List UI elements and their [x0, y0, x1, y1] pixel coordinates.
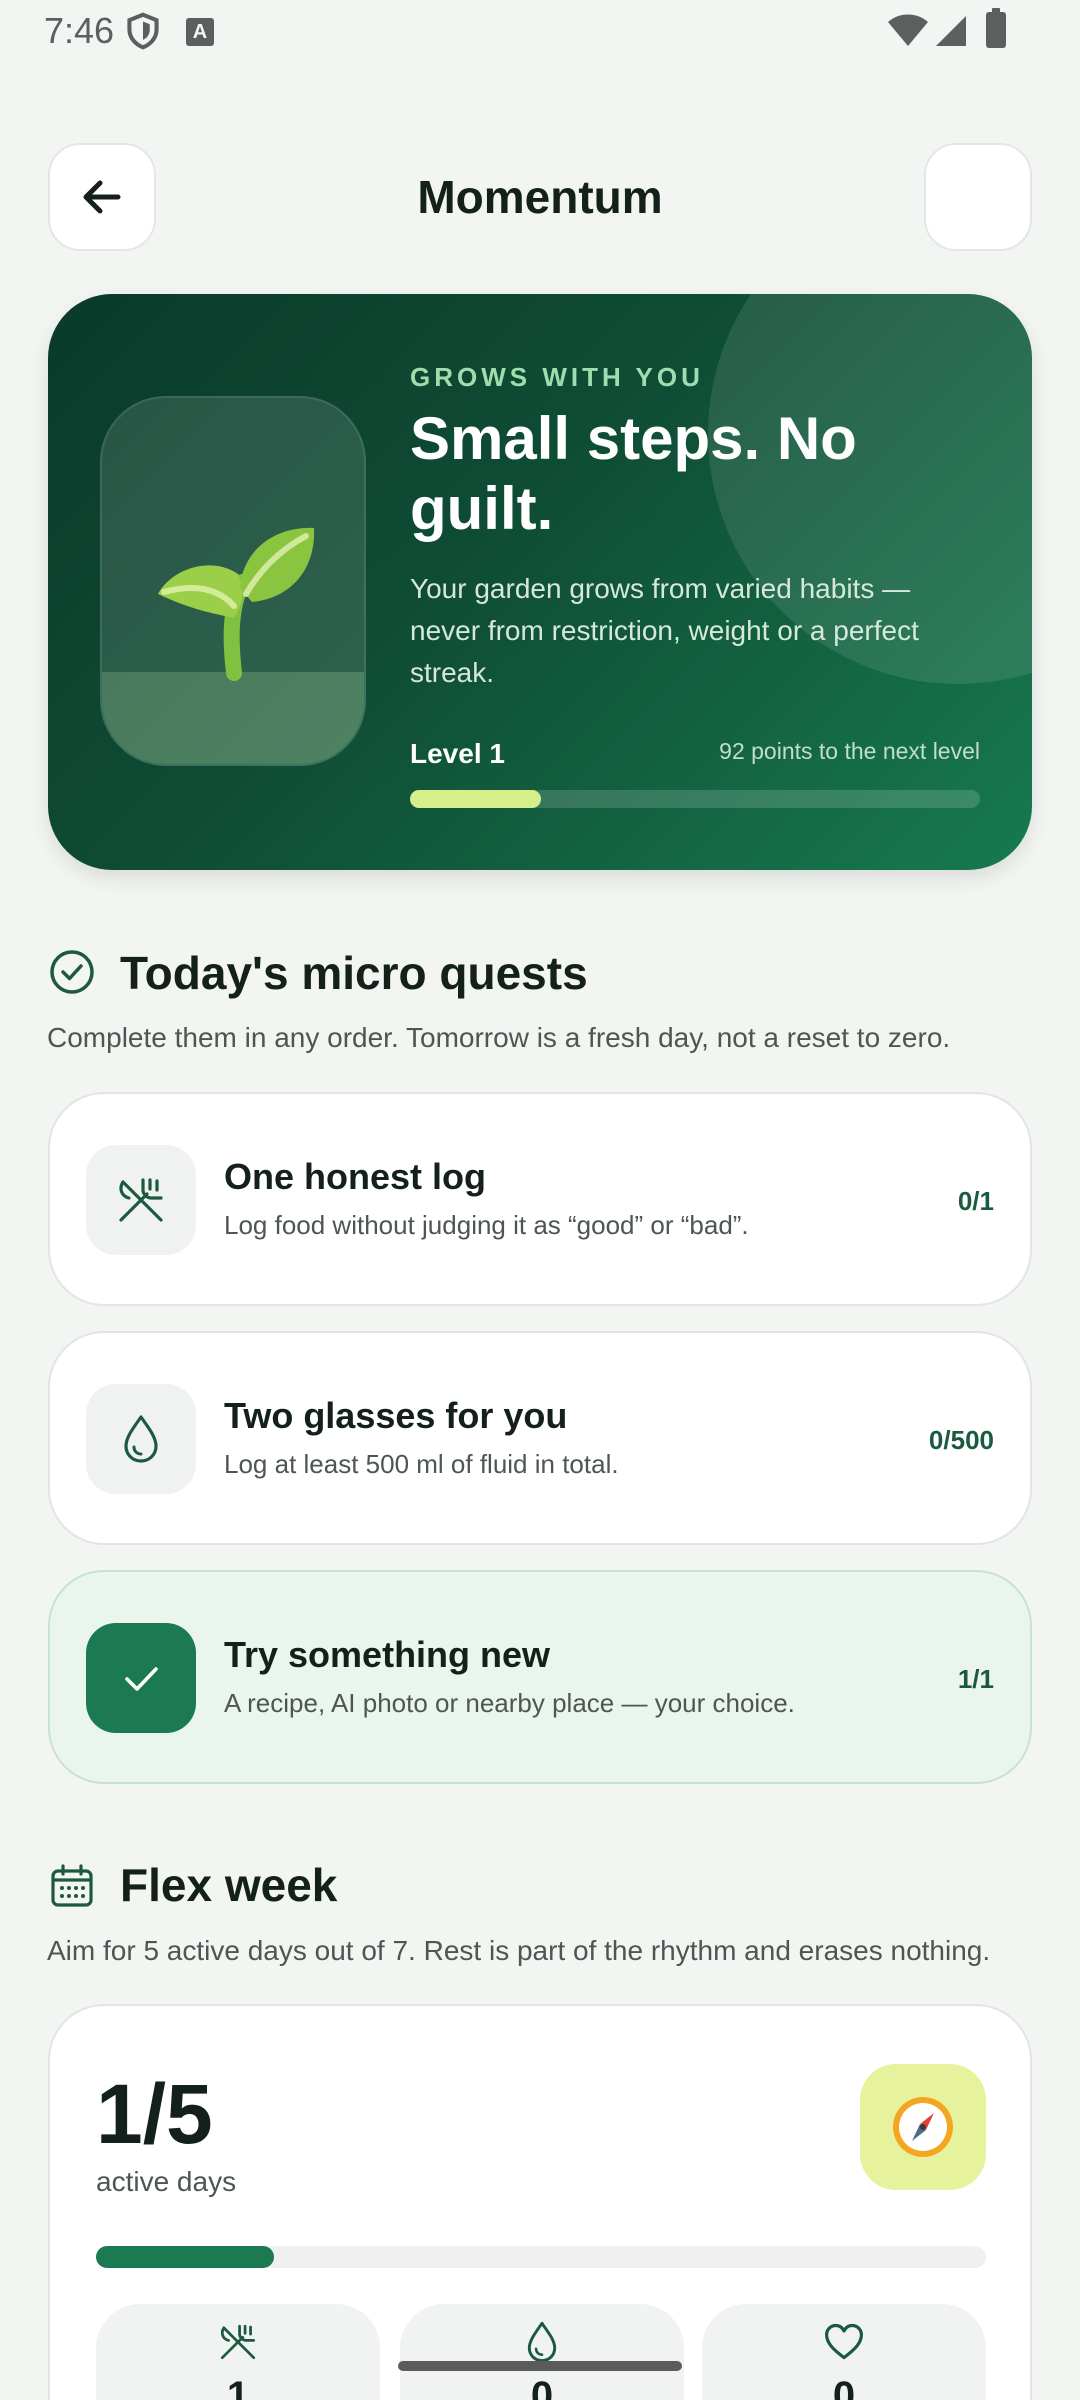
mini-stat-food: 1	[96, 2304, 380, 2400]
a-notification-icon: A	[186, 18, 214, 46]
level-progress-bar	[410, 790, 980, 808]
shield-icon	[127, 12, 159, 50]
heart-icon	[824, 2323, 864, 2360]
quest-card-honest-log[interactable]: One honest log Log food without judging …	[48, 1092, 1032, 1306]
quest-title: Try something new	[224, 1634, 551, 1675]
flex-week-progress-fill	[96, 2246, 274, 2268]
flex-week-title: Flex week	[120, 1859, 338, 1911]
mini-stat-value: 0	[530, 2374, 554, 2400]
battery-icon	[986, 8, 1006, 48]
mini-stat-heart: 0	[702, 2304, 986, 2400]
quest-icon-tile	[86, 1145, 196, 1255]
hero-title: Small steps. No guilt.	[410, 405, 857, 542]
quest-progress-count: 0/500	[928, 1425, 994, 1455]
quest-title: One honest log	[224, 1156, 487, 1197]
flex-week-subtitle: Aim for 5 active days out of 7. Rest is …	[47, 1935, 991, 1966]
home-indicator[interactable]	[398, 2361, 682, 2371]
quest-progress-count: 0/1	[957, 1186, 994, 1216]
garden-plant-tile	[100, 396, 366, 766]
compass-icon	[893, 2097, 953, 2157]
calendar-icon	[51, 1864, 93, 1907]
utensils-icon	[220, 2324, 256, 2360]
mini-stat-value: 1	[226, 2374, 250, 2400]
utensils-icon	[119, 1178, 163, 1222]
check-circle-icon	[50, 950, 94, 994]
mini-stat-water: 0	[400, 2304, 684, 2400]
points-to-next-level: 92 points to the next level	[719, 738, 980, 764]
active-days-label: active days	[96, 2166, 237, 2197]
quest-progress-count: 1/1	[957, 1664, 994, 1694]
cellular-icon	[936, 16, 966, 46]
quest-icon-tile	[86, 1384, 196, 1494]
level-label: Level 1	[410, 738, 505, 769]
check-icon	[125, 1667, 158, 1691]
quest-icon-tile-completed	[86, 1623, 196, 1733]
quest-description: Log at least 500 ml of fluid in total.	[224, 1449, 619, 1479]
quest-card-try-something-new[interactable]: Try something new A recipe, AI photo or …	[48, 1570, 1032, 1784]
status-bar: 7:46 A	[0, 0, 1080, 64]
hero-eyebrow: GROWS WITH YOU	[410, 362, 704, 392]
quest-card-two-glasses[interactable]: Two glasses for you Log at least 500 ml …	[48, 1331, 1032, 1545]
quests-section-subtitle: Complete them in any order. Tomorrow is …	[47, 1022, 951, 1053]
flex-week-card: 1/5 active days 1 0 0	[48, 2004, 1032, 2400]
explore-button[interactable]	[860, 2064, 986, 2190]
water-drop-icon	[124, 1415, 158, 1463]
mini-stat-value: 0	[832, 2374, 856, 2400]
header-action-button[interactable]	[924, 143, 1032, 251]
quests-section-title: Today's micro quests	[120, 947, 588, 999]
water-drop-icon	[527, 2321, 557, 2363]
page-title: Momentum	[417, 171, 663, 223]
hero-description: Your garden grows from varied habits — n…	[410, 573, 919, 688]
quest-description: A recipe, AI photo or nearby place — you…	[224, 1688, 795, 1718]
quest-description: Log food without judging it as “good” or…	[224, 1210, 749, 1240]
sprout-icon	[158, 527, 315, 681]
garden-hero-card: GROWS WITH YOU Small steps. No guilt. Yo…	[48, 294, 1032, 870]
wifi-icon	[888, 14, 928, 46]
status-time: 7:46	[44, 10, 115, 51]
level-progress-fill	[410, 790, 542, 808]
quest-title: Two glasses for you	[224, 1395, 568, 1436]
active-days-count: 1/5	[96, 2067, 213, 2161]
flex-week-progress-bar	[96, 2246, 986, 2268]
